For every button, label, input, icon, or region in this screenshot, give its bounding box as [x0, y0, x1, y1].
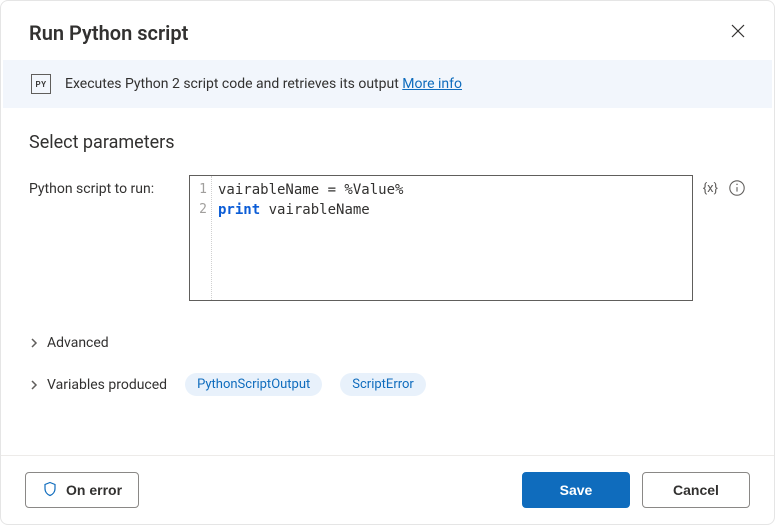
insert-variable-button[interactable]: {x}	[703, 175, 718, 196]
close-button[interactable]	[726, 19, 750, 46]
script-label: Python script to run:	[29, 175, 179, 197]
dialog-body: Select parameters Python script to run: …	[1, 108, 774, 455]
python-badge-icon: PY	[31, 74, 51, 94]
variables-produced-label: Variables produced	[47, 377, 167, 393]
section-title: Select parameters	[29, 132, 746, 153]
advanced-label: Advanced	[47, 335, 109, 351]
python-script-input[interactable]: 1 2 vairableName = %Value% print vairabl…	[189, 175, 693, 301]
cancel-button[interactable]: Cancel	[642, 472, 750, 508]
on-error-label: On error	[66, 482, 122, 498]
run-python-script-dialog: Run Python script PY Executes Python 2 s…	[0, 0, 775, 525]
gutter-line-2: 2	[190, 200, 207, 220]
chevron-right-icon	[29, 338, 39, 348]
on-error-button[interactable]: On error	[25, 472, 139, 508]
variables-produced-expander[interactable]: Variables produced PythonScriptOutput Sc…	[29, 367, 746, 402]
variable-pill-pythonscriptoutput[interactable]: PythonScriptOutput	[185, 373, 322, 396]
close-icon	[730, 23, 746, 42]
advanced-expander[interactable]: Advanced	[29, 329, 746, 357]
script-field-row: Python script to run: 1 2 vairableName =…	[29, 175, 746, 301]
dialog-footer: On error Save Cancel	[1, 455, 774, 524]
gutter-line-1: 1	[190, 180, 207, 200]
dialog-title: Run Python script	[29, 21, 188, 45]
banner-text: Executes Python 2 script code and retrie…	[65, 76, 462, 92]
code-gutter: 1 2	[190, 176, 212, 300]
code-editor-wrap: 1 2 vairableName = %Value% print vairabl…	[189, 175, 746, 301]
info-icon	[728, 179, 746, 200]
more-info-link[interactable]: More info	[402, 76, 462, 92]
shield-icon	[42, 481, 58, 500]
field-info-button[interactable]	[728, 175, 746, 200]
dialog-header: Run Python script	[1, 1, 774, 60]
save-button[interactable]: Save	[522, 472, 630, 508]
info-banner: PY Executes Python 2 script code and ret…	[3, 60, 772, 108]
code-keyword: print	[218, 202, 260, 218]
banner-description: Executes Python 2 script code and retrie…	[65, 76, 402, 92]
chevron-right-icon	[29, 380, 39, 390]
code-line-1: vairableName = %Value%	[218, 182, 403, 198]
variable-pill-scripterror[interactable]: ScriptError	[340, 373, 426, 396]
code-line-2-rest: vairableName	[260, 202, 370, 218]
code-content[interactable]: vairableName = %Value% print vairableNam…	[212, 176, 692, 300]
